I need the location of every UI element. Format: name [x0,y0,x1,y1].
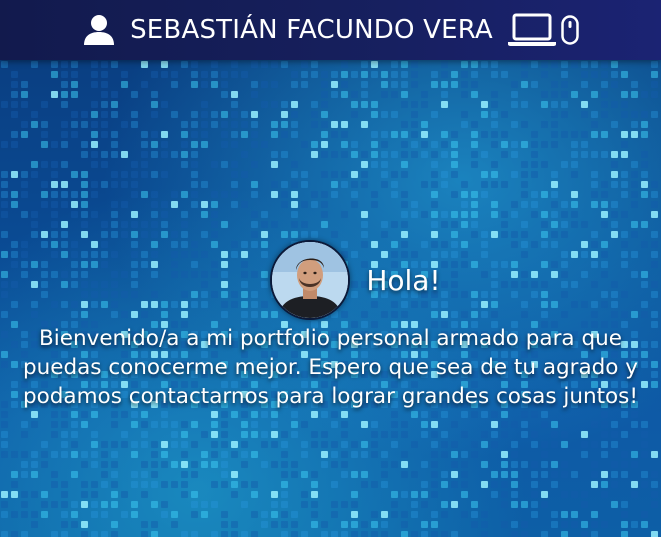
greeting-heading: Hola! [366,263,441,297]
profile-photo [272,242,349,318]
user-icon [82,14,116,46]
avatar [270,240,351,320]
greeting-row: Hola! [50,240,661,320]
welcome-line: podamos contactarnos para lograr grandes… [22,384,639,409]
header-content: SEBASTIÁN FACUNDO VERA [82,13,579,47]
welcome-line: puedas conocerme mejor. Espero que sea d… [22,355,639,380]
welcome-line: Bienvenido/a a mi portfolio personal arm… [39,326,622,351]
welcome-message: Bienvenido/a a mi portfolio personal arm… [0,324,661,411]
site-header: SEBASTIÁN FACUNDO VERA [0,0,661,60]
site-title: SEBASTIÁN FACUNDO VERA [130,15,493,45]
mouse-icon [561,15,579,45]
laptop-icon [507,13,557,47]
intro-section: Hola! Bienvenido/a a mi portfolio person… [0,240,661,411]
